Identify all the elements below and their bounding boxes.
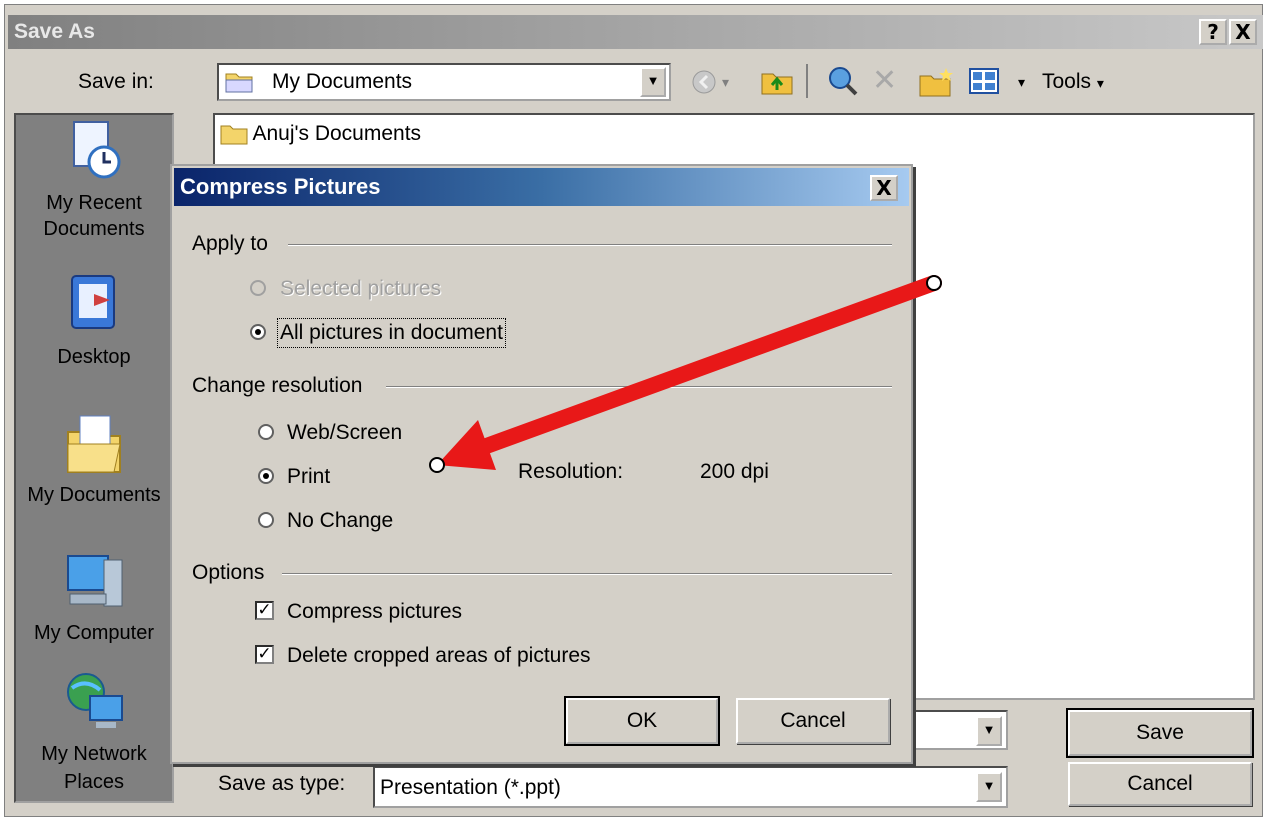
arrow-shaft [462, 275, 942, 460]
arrow-end-handle [429, 457, 445, 473]
arrow-start-handle [926, 275, 942, 291]
annotation-arrow [429, 275, 942, 473]
